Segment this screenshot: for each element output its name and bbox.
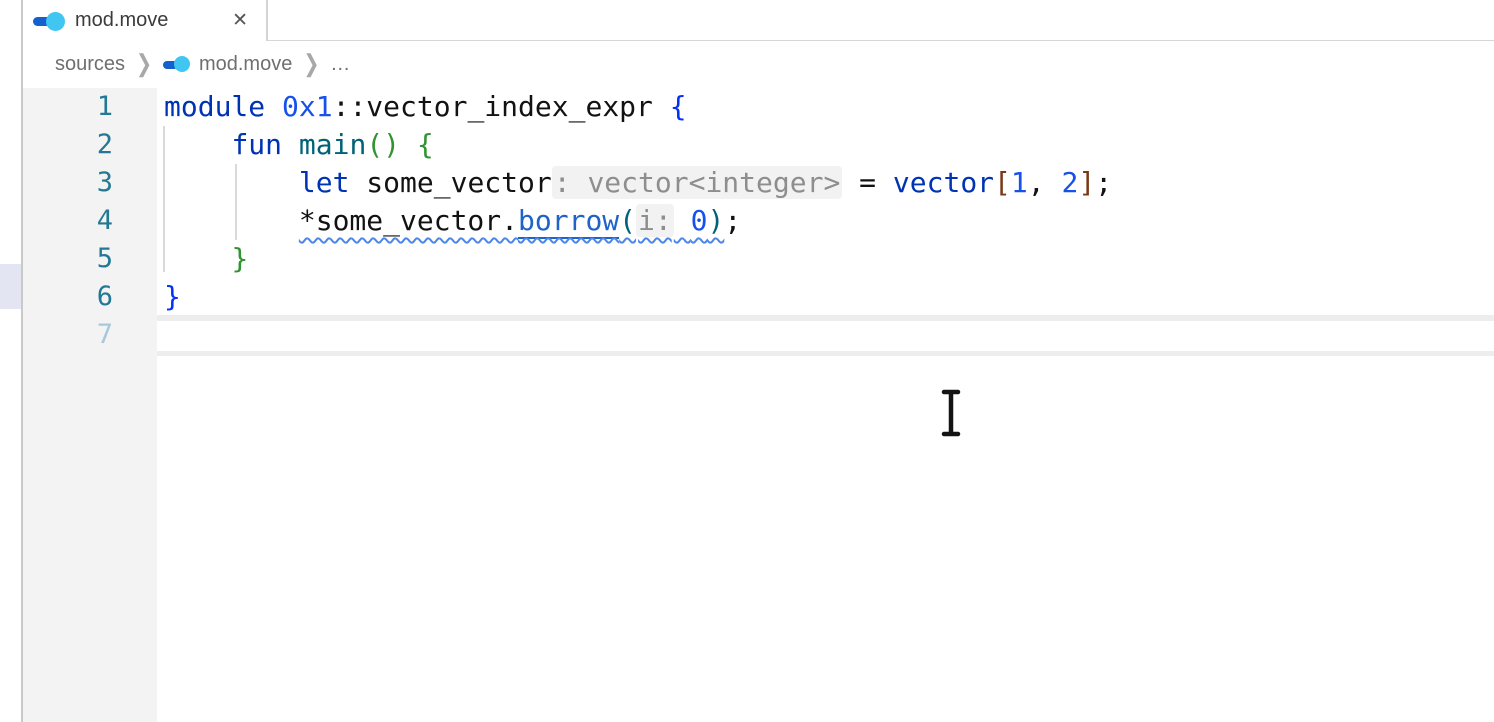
code-token [164,204,299,237]
line-number: 5 [23,240,157,278]
code-editor[interactable]: 1module 0x1::vector_index_expr {2 fun ma… [23,88,1494,722]
code-token: ] [1078,166,1095,199]
code-line-content: let some_vector: vector<integer> = vecto… [157,164,1112,202]
code-token: ; [724,204,741,237]
warning-underline-span: *some_vector.borrow(i: 0) [299,204,724,239]
code-token: *some_vector. [299,204,518,237]
code-token [400,128,417,161]
code-token: let [299,166,350,199]
code-line-content: } [157,278,181,316]
code-token [282,128,299,161]
code-token [164,242,231,275]
editor-group: mod.move ✕ sources ❯ mod.move ❯ … 1modul… [23,0,1494,722]
borrow-method-link: borrow [518,204,619,239]
close-icon[interactable]: ✕ [230,9,250,32]
code-token: 1 [1011,166,1028,199]
code-line[interactable]: 6} [23,278,1494,316]
move-language-icon [163,55,190,74]
code-line-content: } [157,240,248,278]
scrollbar-track [0,0,21,722]
code-token: = [842,166,893,199]
chevron-right-icon: ❯ [136,50,152,79]
scrollbar-thumb[interactable] [0,264,21,309]
line-number: 7 [23,316,157,354]
move-language-icon [33,10,65,32]
code-token: { [417,128,434,161]
tab-mod-move[interactable]: mod.move ✕ [23,0,268,41]
breadcrumb: sources ❯ mod.move ❯ … [23,41,1494,88]
code-token [164,166,299,199]
code-token [265,90,282,123]
code-token: vector [893,166,994,199]
code-token: { [670,90,687,123]
code-token: ( [619,204,636,237]
code-token [164,128,231,161]
code-token: [ [994,166,1011,199]
breadcrumb-item-sources[interactable]: sources [55,53,125,76]
line-number: 3 [23,164,157,202]
code-token: , [1028,166,1062,199]
code-line-content: *some_vector.borrow(i: 0); [157,202,741,240]
code-line[interactable]: 3 let some_vector: vector<integer> = vec… [23,164,1494,202]
code-token: 0x1 [282,90,333,123]
code-token: some_vector [349,166,551,199]
chevron-right-icon: ❯ [303,50,319,79]
code-line-content: fun main() { [157,126,434,164]
code-token: 2 [1061,166,1078,199]
code-line[interactable]: 7 [23,316,1494,354]
code-token: module [164,90,265,123]
code-token: () [366,128,400,161]
inlay-hint-type: : vector<integer> [552,166,843,199]
code-rows: 1module 0x1::vector_index_expr {2 fun ma… [23,88,1494,354]
line-number: 1 [23,88,157,126]
line-number: 2 [23,126,157,164]
code-token: } [231,242,248,275]
code-token: ; [1095,166,1112,199]
code-token: ::vector_index_expr [333,90,670,123]
code-line[interactable]: 2 fun main() { [23,126,1494,164]
code-line[interactable]: 5 } [23,240,1494,278]
line-number: 6 [23,278,157,316]
code-line-content: module 0x1::vector_index_expr { [157,88,687,126]
tab-bar: mod.move ✕ [23,0,1494,41]
code-token: } [164,280,181,313]
line-number: 4 [23,202,157,240]
code-token: fun [231,128,282,161]
code-token: ) [707,204,724,237]
code-line[interactable]: 4 *some_vector.borrow(i: 0); [23,202,1494,240]
code-line[interactable]: 1module 0x1::vector_index_expr { [23,88,1494,126]
code-line-content [157,316,164,354]
code-token: 0 [691,204,708,237]
breadcrumb-item-ellipsis[interactable]: … [330,53,350,76]
function-name: main [299,128,366,161]
tab-label: mod.move [75,9,168,32]
breadcrumb-item-filename[interactable]: mod.move [199,53,292,76]
code-token [674,204,691,237]
inlay-hint-param: i: [636,204,674,237]
